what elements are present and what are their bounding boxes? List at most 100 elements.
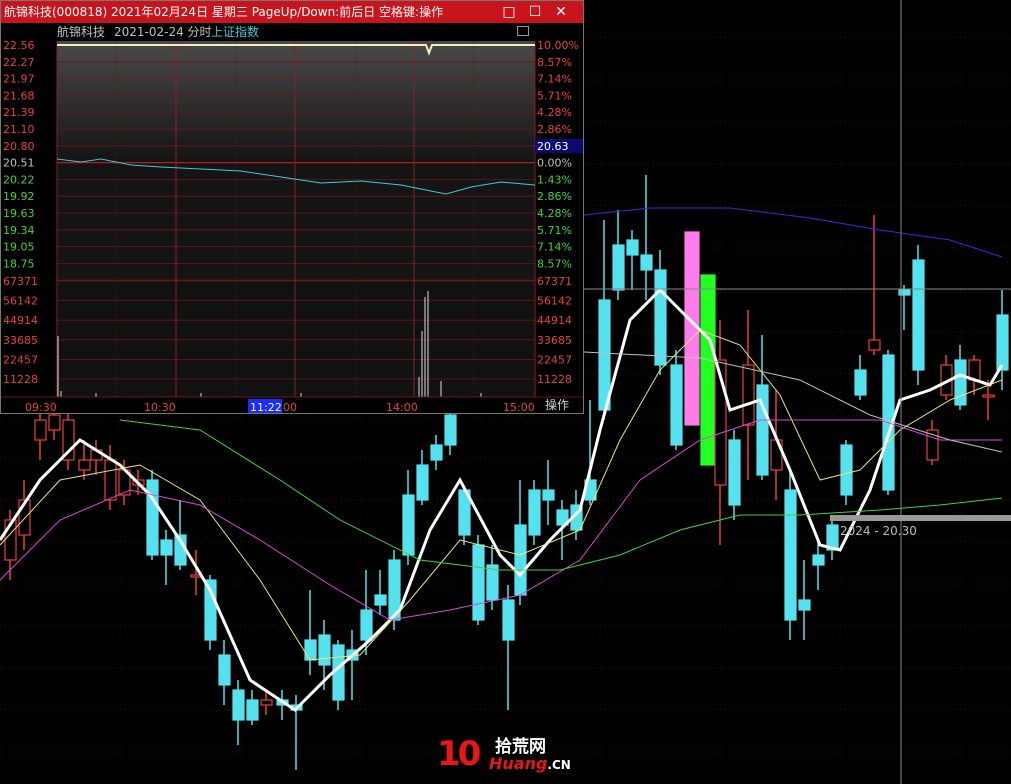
volume-axis-label-left: 22457 [3, 353, 38, 366]
price-axis-label: 18.75 [3, 257, 35, 270]
volume-axis-label-right: 22457 [537, 353, 572, 366]
watermark-suffix: .CN [547, 758, 571, 772]
range-highlight-bar [830, 515, 1011, 521]
time-axis-label: 09:30 [25, 401, 57, 413]
candle-body [982, 394, 995, 398]
pct-axis-label: 7.14% [537, 241, 572, 254]
time-axis-label: 15:00 [503, 401, 535, 413]
pct-axis-label: 4.28% [537, 106, 572, 119]
candle-body [318, 634, 331, 666]
time-axis-label: 10:30 [144, 401, 176, 413]
volume-axis-label-left: 67371 [3, 275, 38, 288]
range-readout: 2024 - 20.30 [840, 524, 917, 538]
candle-body [444, 414, 457, 446]
pct-axis-label: 5.71% [537, 224, 572, 237]
intraday-popup-window[interactable]: 航锦科技(000818) 2021年02月24日 星期三 PageUp/Down… [0, 0, 584, 414]
candle-body [626, 239, 639, 256]
candle-body [360, 609, 373, 641]
candle-body [728, 439, 741, 506]
candle-body [798, 599, 811, 611]
ma60-line [119, 419, 1003, 571]
price-axis-label: 21.39 [3, 106, 35, 119]
pct-axis-label: 8.57% [537, 257, 572, 270]
volume-axis-label-left: 33685 [3, 334, 38, 347]
price-axis-label: 20.80 [3, 140, 35, 153]
candle-body [472, 544, 485, 621]
price-axis-label: 20.22 [3, 173, 35, 186]
ma250-line [583, 351, 1003, 453]
candle-body [246, 699, 259, 721]
time-axis-label: 14:00 [386, 401, 418, 413]
candle-body [954, 359, 967, 406]
watermark-number: 10 [437, 734, 481, 774]
candle-body [612, 244, 625, 291]
volume-axis-label-left: 11228 [3, 373, 38, 386]
candle-body [868, 339, 881, 351]
volume-axis-label-right: 56142 [537, 295, 572, 308]
candle-body [104, 459, 117, 501]
candle-body [416, 464, 429, 501]
pct-axis-label: 2.86% [537, 123, 572, 136]
volume-axis-label-left: 44914 [3, 314, 38, 327]
watermark-english: Huang.CN [489, 754, 571, 773]
volume-axis-label-right: 33685 [537, 334, 572, 347]
candle-body [48, 414, 61, 431]
pct-axis-label: 0.00% [537, 157, 572, 170]
pct-axis-label: 2.86% [537, 190, 572, 203]
volume-plot-bg [57, 281, 535, 397]
candle-body [742, 364, 755, 426]
candle-body [374, 594, 387, 606]
candle-body [304, 639, 317, 661]
candle-body [700, 274, 716, 466]
pct-axis-label: 4.28% [537, 207, 572, 220]
price-axis-label: 22.56 [3, 39, 35, 52]
pct-axis-label: 8.57% [537, 56, 572, 69]
pct-axis-label: 10.00% [537, 39, 579, 52]
candle-body [232, 689, 245, 721]
price-plot-shade [57, 41, 535, 161]
price-axis-label: 21.68 [3, 89, 35, 102]
candle-body [78, 459, 91, 471]
time-axis-label: 00 [283, 401, 297, 413]
candle-body [430, 444, 443, 461]
volume-axis-label-right: 44914 [537, 314, 572, 327]
candle-body [34, 419, 47, 441]
candle-body [912, 259, 925, 371]
watermark-logo: 10 拾荒网 Huang.CN [437, 732, 577, 776]
candle-body [502, 599, 515, 641]
candle-body [542, 489, 555, 501]
intraday-chart[interactable]: 22.56 22.27 21.97 21.68 21.39 21.10 20.80 20.51… [1, 1, 583, 413]
pct-axis-label: 5.71% [537, 89, 572, 102]
volume-axis-label-left: 56142 [3, 295, 38, 308]
candle-body [260, 699, 273, 706]
price-axis-label: 22.27 [3, 56, 35, 69]
candle-body [528, 489, 541, 536]
time-cursor-label: 11:22 [250, 401, 282, 413]
candle-body [784, 489, 797, 621]
price-axis-label: 19.63 [3, 207, 35, 220]
candle-body [146, 479, 159, 556]
price-axis-label: 20.51 [3, 157, 35, 170]
price-axis-label: 19.05 [3, 241, 35, 254]
candle-body [670, 364, 683, 446]
volume-axis-label-right: 67371 [537, 275, 572, 288]
price-axis-label: 21.10 [3, 123, 35, 136]
candle-body [654, 269, 667, 366]
candle-body [160, 539, 173, 556]
price-axis-label: 19.34 [3, 224, 35, 237]
candle-body [218, 654, 231, 686]
candle-body [486, 564, 499, 601]
candle-body [514, 524, 527, 596]
candle-body [854, 369, 867, 396]
candle-body [812, 554, 825, 566]
candle-body [840, 444, 853, 496]
price-axis-label: 21.97 [3, 73, 35, 86]
candle-body [598, 299, 611, 411]
current-price-label: 20.63 [537, 140, 569, 153]
candle-body [640, 254, 653, 271]
candle-body [402, 494, 415, 556]
candle-body [756, 384, 769, 476]
volume-axis-label-right: 11228 [537, 373, 572, 386]
operate-button[interactable]: 操作 [537, 397, 577, 413]
price-axis-label: 19.92 [3, 190, 35, 203]
